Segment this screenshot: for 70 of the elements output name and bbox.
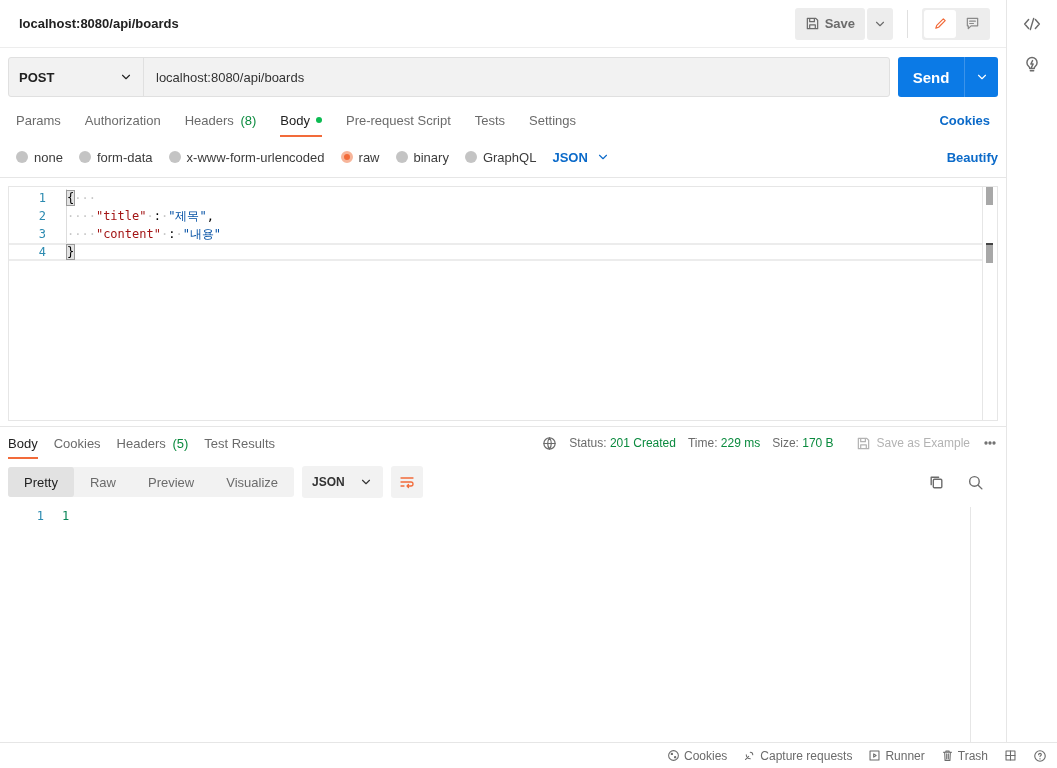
radio-button[interactable]: [78, 151, 91, 163]
request-tab[interactable]: Body: [280, 103, 322, 137]
code-line: ····"title"·:·"제목",: [66, 207, 214, 225]
search-icon: [967, 473, 984, 491]
save-options-button[interactable]: [867, 7, 893, 40]
help-icon: [1033, 748, 1047, 763]
view-mode-button[interactable]: Visualize: [210, 467, 295, 497]
radio-label[interactable]: x-www-form-urlencoded: [186, 149, 325, 165]
response-stat: Size: 170 B: [772, 436, 834, 450]
status-bar-item[interactable]: Capture requests: [743, 748, 853, 763]
request-tab[interactable]: Settings: [529, 103, 577, 137]
response-tab[interactable]: Body: [8, 427, 38, 459]
save-icon: [804, 16, 820, 31]
status-bar-item[interactable]: Runner: [868, 748, 925, 763]
code-icon: [1023, 15, 1041, 33]
code-line: {···: [66, 189, 96, 207]
line-number: 3: [37, 227, 47, 241]
lightbulb-icon: [1023, 55, 1041, 73]
save-button[interactable]: Save: [794, 7, 865, 40]
comment-icon: [964, 16, 980, 31]
response-tab[interactable]: Test Results: [204, 427, 276, 459]
edit-mode-button[interactable]: [924, 9, 956, 38]
radio-label[interactable]: none: [34, 149, 63, 165]
code-line: 1: [62, 509, 70, 523]
line-number: 1: [37, 191, 47, 205]
wrap-lines-icon: [398, 474, 415, 490]
request-tab[interactable]: Params: [16, 103, 61, 137]
pencil-icon: [932, 16, 948, 31]
radio-label[interactable]: raw: [358, 149, 380, 165]
cookies-link[interactable]: Cookies: [939, 112, 990, 128]
radio-button[interactable]: [464, 151, 477, 163]
radio-button[interactable]: [340, 151, 353, 163]
response-stat: Time: 229 ms: [687, 436, 761, 450]
globe-icon: [542, 435, 558, 451]
method-dropdown[interactable]: POST: [9, 58, 144, 96]
request-tab[interactable]: Pre-request Script: [346, 103, 451, 137]
line-number: 2: [37, 209, 47, 223]
copy-icon: [928, 473, 945, 491]
request-title: localhost:8080/api/boards: [19, 16, 180, 31]
beautify-link[interactable]: Beautify: [946, 149, 998, 165]
wrap-lines-button[interactable]: [390, 466, 423, 498]
response-stat: Status: 201 Created: [569, 436, 676, 450]
play-icon: [868, 749, 882, 762]
scrollbar[interactable]: [982, 187, 998, 420]
radio-label[interactable]: form-data: [96, 149, 153, 165]
request-tab[interactable]: Authorization: [84, 103, 161, 137]
request-tab[interactable]: Headers (8): [184, 103, 257, 137]
format-dropdown[interactable]: JSON: [552, 149, 610, 165]
line-number: 4: [37, 245, 47, 259]
response-format-dropdown[interactable]: JSON: [302, 466, 383, 498]
radio-button[interactable]: [395, 151, 408, 163]
view-mode-button[interactable]: Pretty: [8, 467, 74, 497]
response-tab[interactable]: Cookies: [53, 427, 101, 459]
layout-icon: [1004, 749, 1017, 762]
status-bar-item[interactable]: Cookies: [667, 748, 728, 763]
trash-icon: [940, 749, 954, 762]
radio-label[interactable]: binary: [413, 149, 449, 165]
line-number: 1: [35, 509, 45, 523]
radio-label[interactable]: GraphQL: [482, 149, 537, 165]
code-line: }: [66, 245, 75, 259]
radio-button[interactable]: [168, 151, 181, 163]
cookie-icon: [667, 749, 680, 762]
url-field[interactable]: localhost:8080/api/boards: [144, 58, 889, 96]
response-tab[interactable]: Headers (5): [116, 427, 189, 459]
view-mode-button[interactable]: Preview: [132, 467, 211, 497]
request-tab[interactable]: Tests: [474, 103, 506, 137]
radio-button[interactable]: [16, 151, 28, 163]
save-icon: [855, 435, 871, 451]
view-mode-button[interactable]: Raw: [73, 467, 132, 497]
status-bar-item[interactable]: Trash: [940, 748, 988, 763]
